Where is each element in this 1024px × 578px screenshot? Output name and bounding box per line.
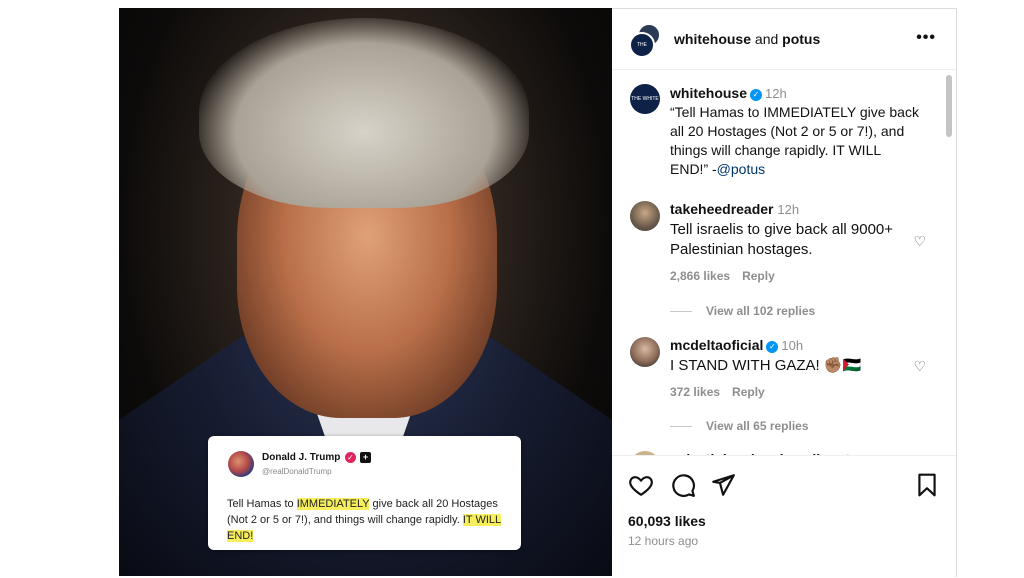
post-timestamp: 12 hours ago [628,534,699,548]
header-user-potus[interactable]: potus [782,31,820,47]
comment-avatar[interactable] [630,201,660,231]
comment-header: takeheedreader 12h [670,201,799,217]
comment-avatar[interactable] [630,337,660,367]
comment-like-heart-icon[interactable]: ♡ [913,358,926,375]
comment-likes[interactable]: 372 likes [670,385,720,399]
post-sidebar: THE WHITE HOUSE whitehouse and potus •••… [612,8,957,578]
heart-icon[interactable] [628,472,654,498]
bookmark-icon[interactable] [914,472,940,498]
view-replies-button[interactable]: View all 102 replies [670,304,815,318]
tweet-plus-icon: + [360,452,371,463]
header-user-whitehouse[interactable]: whitehouse [674,31,751,47]
comment-time: 10h [781,338,804,353]
tweet-text-part: Tell Hamas to [227,498,297,510]
post-photo[interactable]: Donald J. Trump ✓ + @realDonaldTrump Tel… [119,8,612,576]
tweet-body: Tell Hamas to IMMEDIATELY give back all … [227,496,512,544]
likes-count[interactable]: 60,093 likes [628,513,706,529]
verified-badge-icon: ✓ [766,341,779,353]
comment-like-heart-icon[interactable]: ♡ [913,233,926,250]
caption-mention[interactable]: @potus [717,161,765,177]
caption-username[interactable]: whitehouse [670,85,747,101]
view-replies-button[interactable]: View all 65 replies [670,419,809,433]
comment-username[interactable]: takeheedreader [670,201,774,217]
more-options-icon[interactable]: ••• [916,29,936,47]
header-joiner: and [754,31,779,47]
whitehouse-avatar: THE WHITE HOUSE [629,32,655,92]
tweet-avatar [228,451,254,477]
reply-button[interactable]: Reply [732,385,765,399]
post-header: THE WHITE HOUSE whitehouse and potus ••• [612,9,956,92]
collab-avatars[interactable]: THE WHITE HOUSE [628,21,662,92]
comment-icon[interactable] [670,472,696,498]
tweet-highlight: IMMEDIATELY [296,498,370,510]
comment-text: I STAND WITH GAZA! ✊🏽🇵🇸 [670,357,862,374]
comment-time: 12h [777,202,800,217]
paper-plane-icon[interactable] [710,472,736,498]
post-actions: 60,093 likes 12 hours ago [612,455,956,578]
comment-meta: 2,866 likes Reply [670,269,787,283]
tweet-verified-icon: ✓ [345,452,356,463]
verified-badge-icon: ✓ [750,89,763,101]
caption-avatar[interactable]: THE WHITE HOUSE [630,84,660,132]
reply-button[interactable]: Reply [742,269,775,283]
comment-header: mcdeltaoficial ✓ 10h [670,337,803,353]
comment-likes[interactable]: 2,866 likes [670,269,730,283]
collab-title: whitehouse and potus [674,31,820,47]
tweet-handle: @realDonaldTrump [262,467,332,476]
photo-hair [199,18,529,208]
caption-time: 12h [765,86,787,101]
post-caption: whitehouse ✓ 12h “Tell Hamas to IMMEDIATEL… [670,84,920,179]
comments-scroll-area[interactable]: THE WHITE HOUSE whitehouse ✓ 12h “Tell Ham… [612,70,956,455]
caption-text: “Tell Hamas to IMMEDIATELY give back all… [670,104,919,177]
tweet-author-name: Donald J. Trump [262,452,341,463]
comment-text: Tell israelis to give back all 9000+ Pal… [670,221,894,258]
comment-username[interactable]: mcdeltaoficial [670,337,763,353]
embedded-tweet-card: Donald J. Trump ✓ + @realDonaldTrump Tel… [208,436,521,550]
comment-meta: 372 likes Reply [670,385,777,399]
scrollbar-thumb[interactable] [946,75,952,137]
